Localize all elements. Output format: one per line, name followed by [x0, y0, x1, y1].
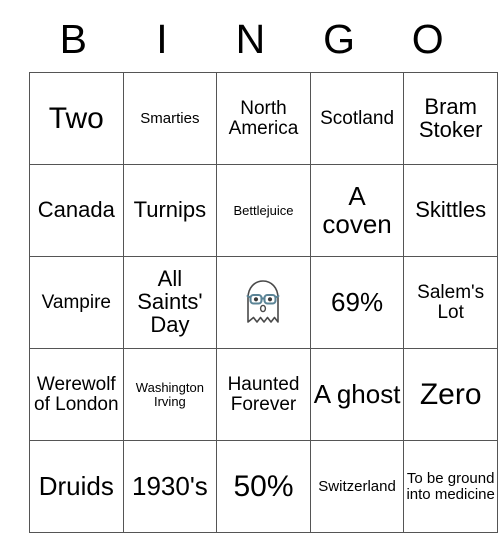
header-letter-n: N [235, 15, 266, 62]
bingo-cell-3-4[interactable]: Zero [403, 348, 498, 441]
bingo-cell-label: Washington Irving [135, 379, 204, 409]
bingo-cell-1-4[interactable]: Skittles [403, 164, 498, 257]
bingo-cell-4-1[interactable]: 1930's [122, 440, 218, 533]
bingo-cell-label: All Saints' Day [137, 266, 203, 337]
bingo-header: B I N G O [29, 0, 472, 72]
bingo-cell-label: A coven [322, 181, 392, 239]
bingo-cell-0-1[interactable]: Smarties [122, 72, 218, 165]
bingo-cell-4-4[interactable]: To be ground into medicine [403, 440, 498, 533]
table-row: Vampire All Saints' Day 69% Salem's Lot [29, 256, 498, 349]
bingo-cell-2-3[interactable]: 69% [309, 256, 405, 349]
header-letter-o: O [411, 15, 444, 62]
bingo-cell-1-3[interactable]: A coven [309, 164, 405, 257]
bingo-cell-3-1[interactable]: Washington Irving [122, 348, 218, 441]
bingo-cell-label: Salem's Lot [417, 281, 485, 323]
header-letter-i: I [156, 15, 168, 62]
bingo-cell-label: Druids [38, 470, 114, 501]
bingo-grid: Two Smarties North America Scotland Bram… [29, 72, 498, 533]
bingo-cell-label: 69% [331, 286, 384, 317]
bingo-cell-label: Skittles [415, 197, 487, 223]
bingo-cell-2-0[interactable]: Vampire [29, 256, 124, 349]
bingo-cell-1-2[interactable]: Bettlejuice [216, 164, 311, 257]
bingo-cell-2-1[interactable]: All Saints' Day [122, 256, 218, 349]
bingo-cell-4-0[interactable]: Druids [29, 440, 124, 533]
bingo-cell-label: 50% [233, 469, 294, 503]
bingo-cell-label: Vampire [41, 291, 111, 313]
bingo-cell-3-2[interactable]: Haunted Forever [216, 348, 311, 441]
bingo-cell-3-3[interactable]: A ghost [309, 348, 405, 441]
bingo-cell-free-space[interactable] [216, 256, 311, 349]
bingo-cell-3-0[interactable]: Werewolf of London [29, 348, 124, 441]
bingo-cell-label: Switzerland [318, 477, 396, 495]
header-letter-b: B [59, 15, 87, 62]
bingo-cell-0-3[interactable]: Scotland [309, 72, 405, 165]
bingo-cell-label: Werewolf of London [34, 373, 119, 415]
table-row: Canada Turnips Bettlejuice A coven Skitt… [29, 164, 498, 257]
bingo-cell-label: Canada [37, 197, 115, 223]
bingo-cell-1-1[interactable]: Turnips [122, 164, 218, 257]
bingo-cell-label: Zero [419, 377, 482, 411]
bingo-cell-label: North America [228, 97, 299, 139]
header-letter-g: G [323, 15, 356, 62]
bingo-cell-4-2[interactable]: 50% [216, 440, 311, 533]
table-row: Two Smarties North America Scotland Bram… [29, 72, 498, 165]
bingo-cell-label: Two [48, 101, 104, 135]
bingo-cell-0-2[interactable]: North America [216, 72, 311, 165]
bingo-cell-label: Haunted Forever [227, 373, 300, 415]
bingo-cell-label: Bettlejuice [233, 202, 294, 218]
table-row: Werewolf of London Washington Irving Hau… [29, 348, 498, 441]
bingo-cell-label: Bram Stoker [418, 93, 483, 142]
ghost-with-glasses-icon [219, 260, 308, 345]
bingo-cell-label: Turnips [133, 197, 207, 223]
bingo-cell-0-0[interactable]: Two [29, 72, 124, 165]
bingo-card: B I N G O Two Smarties North America Sco… [29, 0, 498, 533]
bingo-cell-label: To be ground into medicine [406, 469, 495, 503]
bingo-cell-0-4[interactable]: Bram Stoker [403, 72, 498, 165]
bingo-cell-1-0[interactable]: Canada [29, 164, 124, 257]
bingo-cell-label: Smarties [140, 109, 200, 127]
bingo-cell-label: Scotland [320, 107, 395, 129]
bingo-cell-label: A ghost [313, 378, 401, 409]
bingo-cell-label: 1930's [131, 470, 208, 501]
bingo-cell-4-3[interactable]: Switzerland [309, 440, 405, 533]
bingo-cell-2-4[interactable]: Salem's Lot [403, 256, 498, 349]
table-row: Druids 1930's 50% Switzerland To be grou… [29, 440, 498, 533]
